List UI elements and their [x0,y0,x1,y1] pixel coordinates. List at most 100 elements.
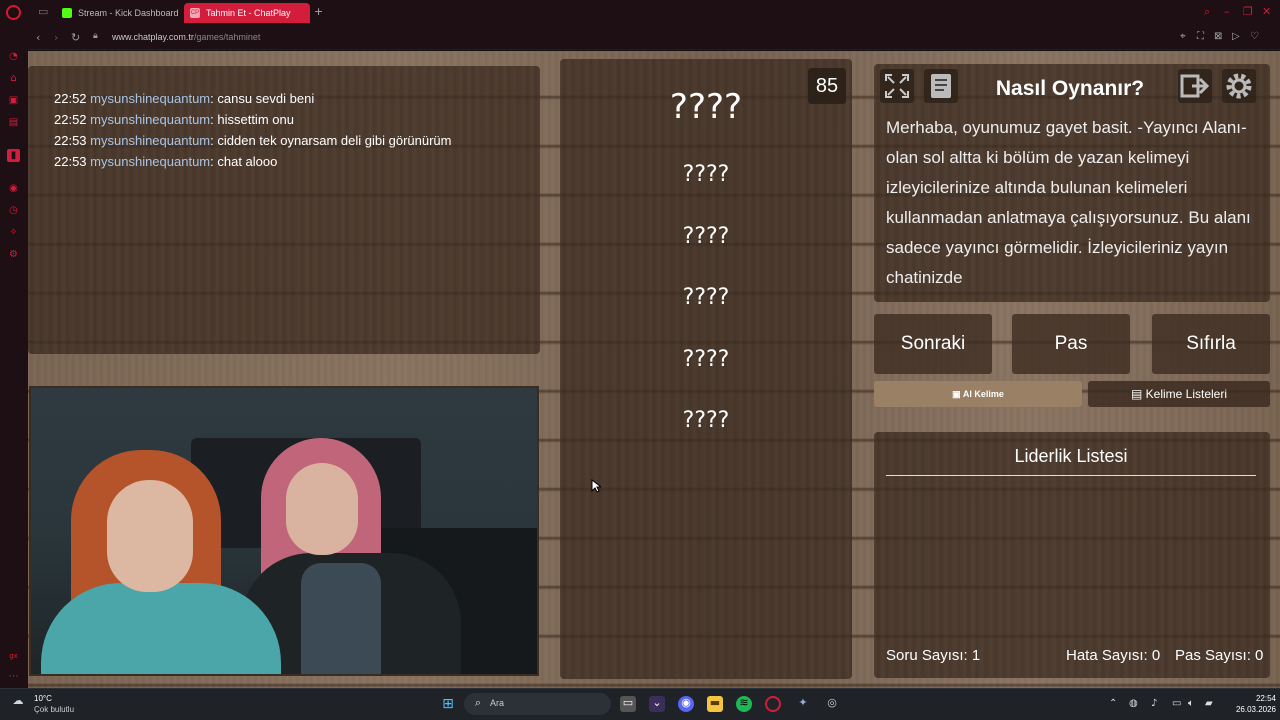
streamer-2-shirt [301,563,381,674]
chatplay-favicon-icon: CP [190,8,200,18]
reload-icon[interactable]: ↻ [71,31,80,44]
chat-text: : chat alooo [210,154,278,169]
gx-icon[interactable]: gx [7,650,20,663]
close-window-icon[interactable]: ✕ [1262,5,1271,18]
forbidden-word: ???? [682,162,730,187]
lock-icon: 🔒︎ [93,31,98,41]
chat-time: 22:52 [54,91,87,106]
settings-sidebar-icon[interactable]: ⚙ [7,248,20,261]
get-word-button[interactable]: ▣ Al Kelime [874,381,1082,407]
mouse-cursor-icon [591,479,601,493]
opera-gx-taskbar-icon[interactable] [765,696,781,712]
back-icon[interactable]: ‹ [36,31,40,44]
twitch-icon[interactable]: ▮ [7,149,20,162]
taskbar [0,688,1280,720]
opera-logo-icon[interactable] [6,5,21,20]
error-count-value: 0 [1151,647,1161,664]
how-to-play-text: Merhaba, oyunumuz gayet basit. -Yayıncı … [886,118,1251,287]
chat-time: 22:53 [54,154,87,169]
discord-icon[interactable]: ◉ [678,696,694,712]
rules-button[interactable] [924,69,958,103]
file-explorer-icon[interactable]: ▬ [707,696,723,712]
fullscreen-button[interactable] [880,69,914,103]
shopping-icon[interactable]: ⌂ [7,72,20,85]
player-sidebar-icon[interactable]: ◉ [7,182,20,195]
word-lists-button[interactable]: ▤ Kelime Listeleri [1088,381,1270,407]
tab-chatplay[interactable]: CP Tahmin Et - ChatPlay [184,3,310,23]
gear-icon [1226,73,1252,99]
weather-cloud-icon[interactable]: ☁ [10,694,26,710]
weather-temperature[interactable]: 10°C [34,694,52,703]
pass-count-value: 0 [1255,647,1264,664]
minimize-icon[interactable]: – [1224,5,1230,18]
webcam-feed [29,386,539,676]
chat-message: 22:52 mysunshinequantum: cansu sevdi ben… [54,88,540,109]
pass-count-label: Pas Sayısı: [1175,647,1251,664]
reset-button[interactable]: Sıfırla [1152,314,1270,374]
streamer-1-face [107,480,193,592]
chat-text: : hissettim onu [210,112,294,127]
question-count: Soru Sayısı: 1 [886,647,980,664]
bookmark-pin-icon[interactable]: ⌖ [1180,31,1186,42]
snapshot-icon[interactable]: ⛶ [1197,31,1204,42]
history-icon[interactable]: ◷ [7,204,20,217]
clock-date[interactable]: 26.03.2026 [1220,705,1276,714]
battery-icon[interactable]: ▰ [1205,698,1213,709]
taskbar-search[interactable] [464,693,611,715]
extensions-icon[interactable]: ✧ [7,226,20,239]
clock-time[interactable]: 22:54 [1236,694,1276,703]
display-icon[interactable]: ▭ [1172,698,1181,709]
maximize-icon[interactable]: ❐ [1243,5,1253,18]
question-count-label: Soru Sayısı: [886,647,968,664]
network-app-icon[interactable]: ✦ [795,696,811,712]
player-icon[interactable]: ▷ [1232,31,1240,42]
streamer-2-face [286,463,358,555]
tray-discord-icon[interactable]: ◍ [1129,698,1138,709]
kick-favicon-icon [62,8,72,18]
leaderboard-title: Liderlik Listesi [886,446,1256,476]
streamer-1-body [41,583,281,674]
weather-description[interactable]: Çok bulutlu [34,705,74,714]
task-view-icon[interactable]: ▭ [620,696,636,712]
chat-time: 22:53 [54,133,87,148]
windows-start-icon[interactable]: ⊞ [440,696,456,712]
chat-message: 22:53 mysunshinequantum: chat alooo [54,151,540,172]
next-button[interactable]: Sonraki [874,314,992,374]
target-word: ???? [669,87,743,127]
pass-count: Pas Sayısı: 0 [1175,647,1263,664]
search-icon: ⌕ [474,696,482,709]
tab-kick-dashboard[interactable]: Stream - Kick Dashboard [56,3,178,23]
workspaces-icon[interactable]: ▭ [38,5,48,18]
game-page: 22:52 mysunshinequantum: cansu sevdi ben… [28,51,1280,688]
chat-username: mysunshinequantum [90,133,211,148]
forbidden-word: ???? [682,285,730,310]
exit-icon [1180,74,1210,98]
chat-message: 22:53 mysunshinequantum: cidden tek oyna… [54,130,540,151]
url-field[interactable]: www.chatplay.com.tr/games/tahminet [112,32,260,42]
tray-overflow-icon[interactable]: ⌃ [1109,698,1117,709]
settings-button[interactable] [1222,69,1256,103]
obs-icon[interactable]: ◎ [824,696,840,712]
microphone-icon[interactable]: ♪ [1151,698,1157,709]
pass-button[interactable]: Pas [1012,314,1130,374]
aria-icon[interactable]: ◔ [7,50,20,63]
gmail-icon[interactable]: ▤ [7,116,20,129]
vs-code-icon[interactable]: ⌄ [649,696,665,712]
url-host: www.chatplay.com.tr [112,32,194,42]
vpn-icon[interactable]: ⊠ [1214,31,1222,42]
search-tabs-icon[interactable]: ⌕ [1204,5,1210,19]
forward-icon[interactable]: › [54,31,58,44]
more-icon[interactable]: ⋯ [7,670,20,683]
document-icon [931,74,951,98]
forbidden-word: ???? [682,347,730,372]
heart-icon[interactable]: ♡ [1250,31,1259,42]
messenger-icon[interactable]: ▣ [7,94,20,107]
fullscreen-icon [885,74,909,98]
exit-button[interactable] [1178,69,1212,103]
new-tab-button[interactable]: + [314,5,323,18]
list-icon: ▤ [1130,387,1146,401]
chat-text: : cidden tek oynarsam deli gibi görünürü… [210,133,452,148]
forbidden-word: ???? [682,408,730,433]
spotify-icon[interactable]: ≋ [736,696,752,712]
volume-mute-icon[interactable]: 🔈︎ [1188,698,1194,709]
